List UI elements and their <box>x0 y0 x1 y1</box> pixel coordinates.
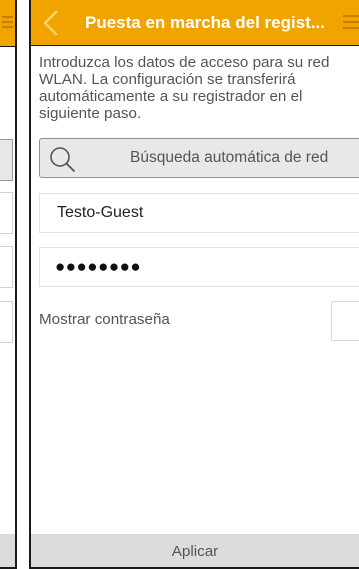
instructions-text: Introduzca los datos de acceso para su r… <box>39 54 330 122</box>
password-input[interactable]: ●●●●●●●● <box>55 248 141 286</box>
auto-network-search-button[interactable]: Búsqueda automática de red <box>39 138 359 178</box>
ssid-field[interactable] <box>39 193 359 233</box>
previous-screen-footer <box>0 534 15 567</box>
hamburger-menu-icon <box>2 16 13 30</box>
previous-screen-header <box>0 0 15 47</box>
show-password-checkbox[interactable] <box>331 301 359 341</box>
apply-button[interactable]: Aplicar <box>31 534 359 567</box>
chevron-left-icon <box>43 10 58 36</box>
app-header: Puesta en marcha del regist... <box>31 0 359 46</box>
search-button-label: Búsqueda automática de red <box>130 149 329 166</box>
previous-field-edge <box>0 192 13 234</box>
previous-field-edge <box>0 246 13 288</box>
ssid-input[interactable] <box>40 194 359 232</box>
back-button[interactable] <box>37 6 67 40</box>
previous-field-edge <box>0 301 13 343</box>
show-password-label: Mostrar contraseña <box>39 311 170 328</box>
search-icon <box>50 147 75 172</box>
hamburger-menu-icon[interactable] <box>343 15 359 33</box>
screenshot-stage: Puesta en marcha del regist... Introduzc… <box>0 0 359 569</box>
previous-screen-frame <box>0 0 17 569</box>
page-title: Puesta en marcha del regist... <box>85 13 325 32</box>
previous-search-button-edge <box>0 139 13 181</box>
password-field[interactable]: ●●●●●●●● <box>39 247 359 287</box>
previous-screen-fragment <box>0 0 17 569</box>
wlan-setup-screen: Puesta en marcha del regist... Introduzc… <box>29 0 359 569</box>
